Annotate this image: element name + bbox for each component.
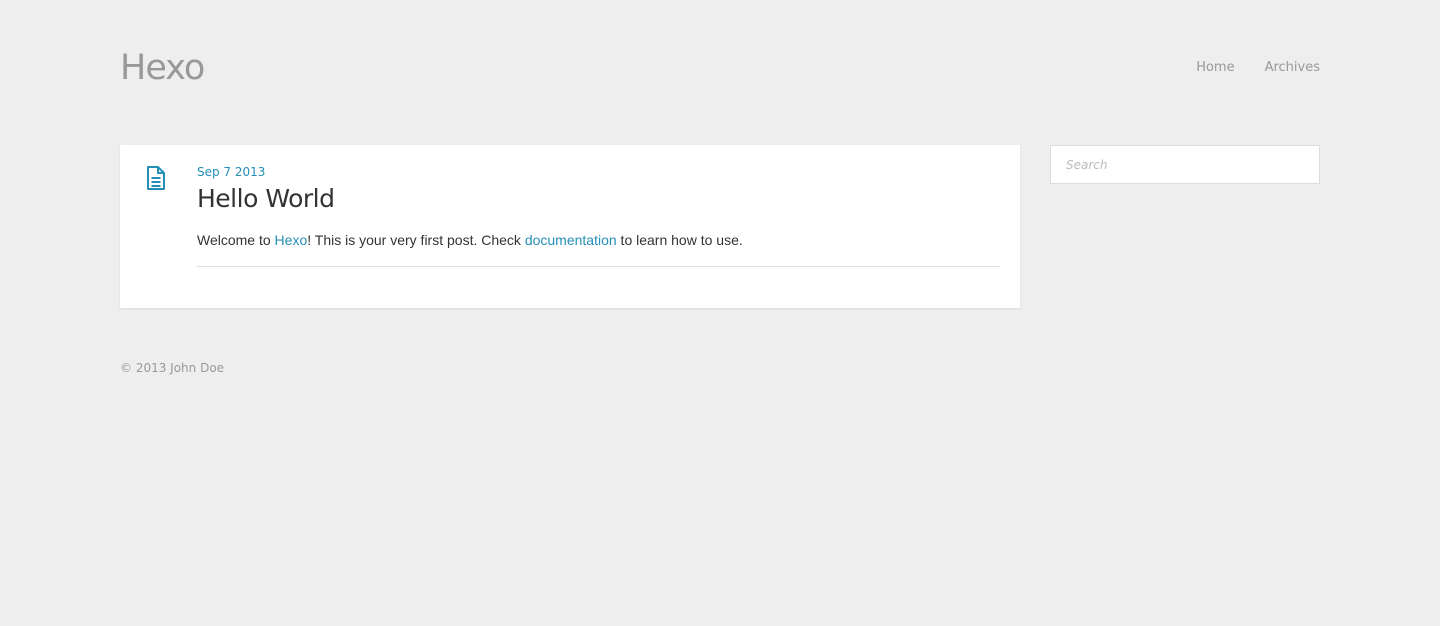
- footer-copyright: © 2013 John Doe: [120, 361, 225, 375]
- post-body-text: ! This is your very first post. Check: [307, 232, 525, 248]
- nav-home-link[interactable]: Home: [1196, 59, 1234, 77]
- search-input[interactable]: [1050, 145, 1320, 184]
- document-icon: [146, 166, 166, 190]
- hexo-link[interactable]: Hexo: [275, 232, 308, 248]
- post-title: Hello World: [197, 184, 335, 213]
- post-date-link[interactable]: Sep 7 2013: [197, 164, 265, 180]
- site-title[interactable]: Hexo: [120, 46, 205, 90]
- post-body-text: Welcome to: [197, 232, 275, 248]
- main-nav: Home Archives: [1196, 59, 1320, 77]
- nav-archives-link[interactable]: Archives: [1265, 59, 1320, 77]
- post-card: Sep 7 2013 Hello World Welcome to Hexo! …: [120, 145, 1020, 308]
- post-divider: [197, 266, 1000, 267]
- post-body-text: to learn how to use.: [616, 232, 743, 248]
- post-body: Welcome to Hexo! This is your very first…: [197, 231, 743, 249]
- documentation-link[interactable]: documentation: [525, 232, 617, 248]
